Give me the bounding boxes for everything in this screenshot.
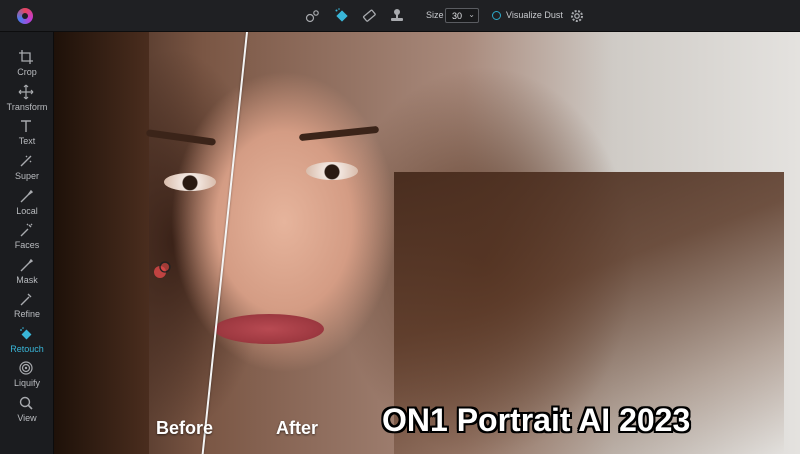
sidebar-item-retouch[interactable]: Retouch [0, 324, 54, 358]
size-dropdown[interactable]: 30 ⌄ [445, 8, 479, 23]
sidebar-item-label: Retouch [10, 344, 44, 354]
sidebar-item-liquify[interactable]: Liquify [0, 358, 54, 392]
photo-brow-left [145, 129, 217, 146]
spot-heal-icon[interactable] [304, 7, 322, 25]
faces-icon [20, 223, 33, 237]
photo-eye-right [306, 162, 358, 180]
retouch-brush-icon[interactable] [333, 7, 351, 25]
sidebar-item-label: Text [18, 136, 36, 146]
before-after-split-handle[interactable] [201, 32, 248, 454]
overlay-title: ON1 Portrait AI 2023 [382, 402, 691, 438]
sidebar-item-super[interactable]: Super [0, 151, 54, 185]
size-value: 30 [452, 11, 463, 21]
sidebar-item-transform[interactable]: Transform [0, 82, 54, 116]
sidebar-item-label: Liquify [13, 378, 40, 388]
visualize-dust-radio[interactable] [492, 11, 501, 20]
mask-icon [20, 258, 34, 272]
crop-icon [19, 50, 33, 64]
retouch-icon [20, 327, 32, 340]
before-label: Before [156, 418, 214, 438]
photo-brow-right [298, 125, 380, 142]
sidebar-item-label: Local [16, 206, 38, 216]
size-label: Size [426, 10, 444, 20]
image-canvas[interactable]: Before After ON1 Portrait AI 2023 [54, 32, 800, 454]
tool-sidebar: Crop Transform Text Super Local Faces Ma… [0, 32, 54, 454]
brush-cursor-icon [154, 261, 171, 278]
photo-lips [214, 314, 324, 344]
sidebar-item-label: Crop [17, 67, 37, 77]
sidebar-item-label: Super [14, 171, 40, 181]
text-icon [21, 120, 31, 132]
chevron-down-icon: ⌄ [468, 10, 475, 19]
clone-stamp-icon[interactable] [388, 7, 406, 25]
sidebar-item-refine[interactable]: Refine [0, 289, 54, 323]
sidebar-item-crop[interactable]: Crop [0, 47, 54, 81]
sidebar-item-faces[interactable]: Faces [0, 220, 54, 254]
top-toolbar: Size 30 ⌄ Visualize Dust [0, 0, 800, 32]
liquify-icon [19, 361, 33, 375]
gear-icon[interactable] [569, 8, 585, 24]
photo-eye-left [164, 173, 216, 191]
after-label: After [276, 418, 319, 438]
eraser-icon[interactable] [360, 7, 378, 25]
sidebar-item-view[interactable]: View [0, 393, 54, 427]
local-brush-icon [20, 189, 34, 203]
sidebar-item-label: Refine [13, 309, 40, 319]
refine-icon [20, 293, 32, 306]
sidebar-item-label: Transform [6, 102, 48, 112]
super-icon [20, 155, 32, 167]
logo-icon[interactable] [17, 8, 33, 24]
sidebar-item-label: Mask [16, 275, 38, 285]
view-icon [19, 396, 33, 410]
sidebar-item-local[interactable]: Local [0, 186, 54, 220]
sidebar-item-mask[interactable]: Mask [0, 255, 54, 289]
sidebar-item-text[interactable]: Text [0, 116, 54, 150]
visualize-dust-label: Visualize Dust [506, 10, 563, 20]
photo-hair-left [54, 32, 149, 454]
transform-icon [18, 84, 34, 100]
sidebar-item-label: Faces [14, 240, 40, 250]
sidebar-item-label: View [17, 413, 37, 423]
